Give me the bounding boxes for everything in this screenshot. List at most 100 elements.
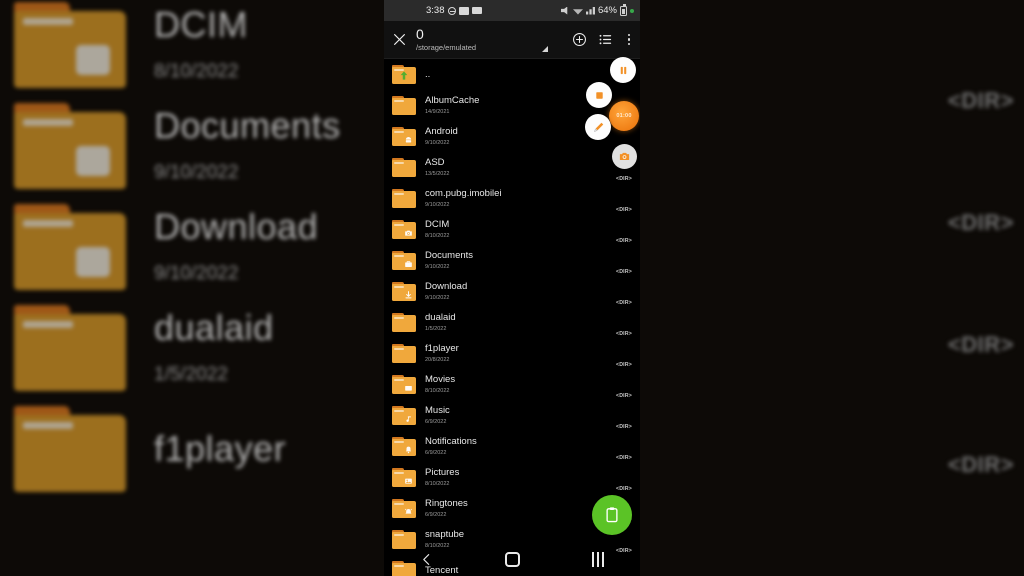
file-date: 6/9/2022 [425, 511, 447, 518]
nav-recents-button[interactable] [592, 551, 604, 567]
folder-icon [392, 282, 416, 301]
file-date: 13/5/2022 [425, 170, 450, 177]
background-file-meta: f1player [154, 429, 286, 468]
resize-handle-icon[interactable] [542, 46, 548, 52]
folder-icon [392, 220, 416, 239]
file-row[interactable]: ASD 13/5/2022 <DIR> [384, 152, 640, 183]
battery-percent: 64% [597, 5, 617, 16]
file-row[interactable]: f1player 20/8/2022 <DIR> [384, 338, 640, 369]
file-date: 9/10/2022 [425, 294, 450, 301]
stop-icon [595, 91, 603, 99]
file-name: Movies [425, 374, 456, 386]
file-name: ASD [425, 157, 445, 169]
file-row[interactable]: dualaid 1/5/2022 <DIR> [384, 307, 640, 338]
file-row[interactable]: Movies 8/10/2022 <DIR> [384, 369, 640, 400]
folder-icon [392, 468, 416, 487]
background-folder-icon [14, 304, 126, 391]
file-row[interactable]: com.pubg.imobilei 9/10/2022 <DIR> [384, 183, 640, 214]
file-name: snaptube [425, 529, 465, 541]
dir-tag: <DIR> [616, 393, 632, 399]
file-row[interactable]: Download 9/10/2022 <DIR> [384, 276, 640, 307]
folder-glyph-music-icon [404, 415, 413, 423]
file-date: 8/10/2022 [425, 232, 450, 239]
file-name: dualaid [425, 312, 456, 324]
nav-back-button[interactable] [420, 551, 433, 568]
file-name: Notifications [425, 436, 477, 448]
background-dir-tag: <DIR> [947, 88, 1014, 113]
background-file-meta: DCIM 8/10/2022 [154, 6, 248, 83]
file-row[interactable]: DCIM 8/10/2022 <DIR> [384, 214, 640, 245]
folder-icon [392, 96, 416, 115]
add-button[interactable] [566, 21, 592, 59]
background-file-name: dualaid [154, 307, 274, 349]
folder-icon [392, 437, 416, 456]
paste-button[interactable] [592, 495, 632, 535]
file-row[interactable]: Music 6/9/2022 <DIR> [384, 400, 640, 431]
dir-tag: <DIR> [616, 486, 632, 492]
folder-glyph-ringtone-icon [404, 508, 413, 516]
file-meta: com.pubg.imobilei 9/10/2022 [425, 188, 502, 209]
phone-screen: 3:38 64% 0 /storage/emulated .. AlbumCac… [384, 0, 640, 576]
file-date: 14/9/2021 [425, 108, 450, 115]
file-meta: Ringtones 6/9/2022 [425, 498, 468, 519]
list-view-button[interactable] [592, 21, 618, 59]
recorder-pause-button[interactable] [610, 57, 636, 83]
background-folder-icon [14, 405, 126, 492]
file-meta: Notifications 6/9/2022 [425, 436, 477, 457]
file-date: 1/5/2022 [425, 325, 447, 332]
recorder-stop-button[interactable] [586, 82, 612, 108]
folder-icon [392, 189, 416, 208]
file-meta: DCIM 8/10/2022 [425, 219, 449, 240]
folder-glyph-movie-icon [404, 384, 413, 392]
file-meta: Music 6/9/2022 [425, 405, 450, 426]
folder-icon [392, 65, 416, 84]
file-row[interactable]: Pictures 8/10/2022 <DIR> [384, 462, 640, 493]
dir-tag: <DIR> [616, 424, 632, 430]
more-options-icon [627, 33, 631, 37]
close-icon [393, 34, 405, 45]
background-file-meta: dualaid 1/5/2022 [154, 309, 274, 386]
dir-tag: <DIR> [616, 269, 632, 275]
status-time: 3:38 [426, 5, 445, 16]
do-not-disturb-icon [447, 6, 456, 15]
folder-icon [392, 127, 416, 146]
camera-capture-icon [619, 152, 630, 161]
dir-tag: <DIR> [616, 207, 632, 213]
battery-icon [620, 4, 627, 16]
file-name: com.pubg.imobilei [425, 188, 502, 200]
status-indicator-dot [630, 8, 634, 13]
file-name: f1player [425, 343, 459, 355]
background-dir-tag: <DIR> [947, 210, 1014, 235]
background-dir-tag: <DIR> [947, 332, 1014, 357]
folder-glyph-up-icon [399, 69, 409, 82]
file-name: Pictures [425, 467, 460, 479]
recorder-timer-text: 01:00 [616, 113, 632, 119]
file-date: 9/10/2022 [425, 201, 450, 208]
folder-glyph-camera-icon [404, 229, 413, 237]
wifi-icon [572, 9, 583, 15]
nav-home-button[interactable] [505, 551, 521, 567]
recorder-brush-button[interactable] [585, 114, 611, 140]
more-options-button[interactable] [618, 21, 640, 59]
file-row[interactable]: Notifications 6/9/2022 <DIR> [384, 431, 640, 462]
dir-tag: <DIR> [616, 300, 632, 306]
screenshot-root: DCIM 8/10/2022 Documents 9/10/2022 Download 9… [0, 0, 1024, 576]
dir-tag: <DIR> [616, 362, 632, 368]
recorder-timer-button[interactable]: 01:00 [609, 101, 639, 131]
background-file-name: DCIM [154, 4, 248, 46]
folder-icon [392, 499, 416, 518]
recorder-screenshot-button[interactable] [612, 144, 637, 169]
background-file-row: dualaid 1/5/2022 [0, 297, 384, 398]
close-button[interactable] [384, 21, 414, 59]
screenshot-icon [458, 6, 469, 15]
file-name: Music [425, 405, 450, 417]
folder-icon [392, 251, 416, 270]
file-meta: f1player 20/8/2022 [425, 343, 459, 364]
file-row[interactable]: Documents 9/10/2022 <DIR> [384, 245, 640, 276]
mute-icon [560, 6, 568, 15]
clipboard-paste-icon [606, 507, 618, 523]
folder-icon [392, 313, 416, 332]
background-file-row: Documents 9/10/2022 [0, 95, 384, 196]
background-file-date: 9/10/2022 [154, 161, 239, 183]
background-file-name: Download [154, 206, 319, 248]
